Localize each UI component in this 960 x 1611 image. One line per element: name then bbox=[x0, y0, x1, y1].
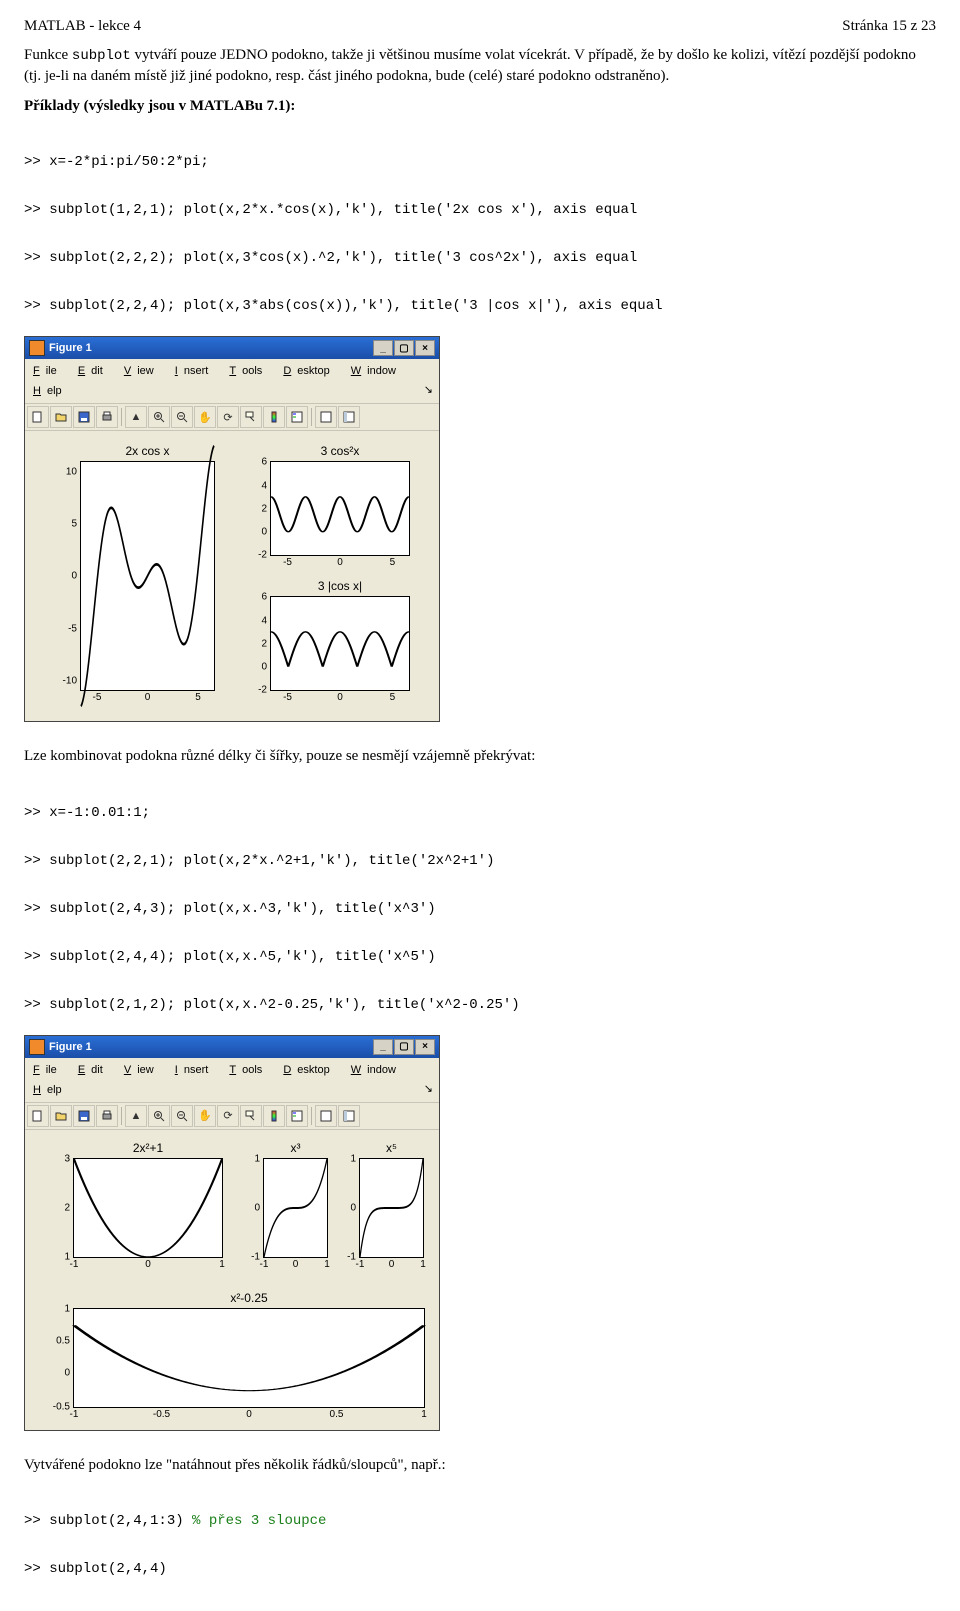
zoom-in-button[interactable] bbox=[148, 406, 170, 428]
close-button[interactable]: × bbox=[415, 1039, 435, 1055]
menu-help[interactable]: Help bbox=[27, 381, 74, 401]
menu-window[interactable]: Window bbox=[345, 361, 408, 381]
page-header: MATLAB - lekce 4 Stránka 15 z 23 bbox=[24, 18, 936, 35]
axes-x5[interactable]: x⁵ 1 0 -1 -1 0 1 bbox=[359, 1158, 424, 1258]
figure-window-1: Figure 1 _ ▢ × File Edit View Insert Too… bbox=[24, 336, 440, 722]
pointer-button[interactable]: ▲ bbox=[125, 1105, 147, 1127]
titlebar[interactable]: Figure 1 _ ▢ × bbox=[25, 1036, 439, 1058]
axes-x2m025[interactable]: x²-0.25 1 0.5 0 -0.5 -1 -0.5 0 0.5 1 bbox=[73, 1308, 425, 1408]
matlab-icon bbox=[29, 1039, 45, 1055]
colorbar-button[interactable] bbox=[263, 1105, 285, 1127]
menu-view[interactable]: View bbox=[118, 361, 166, 381]
show-tools-button[interactable] bbox=[338, 1105, 360, 1127]
menu-insert[interactable]: Insert bbox=[169, 361, 221, 381]
menu-window[interactable]: Window bbox=[345, 1060, 408, 1080]
zoom-out-button[interactable] bbox=[171, 406, 193, 428]
para-1: Funkce subplot vytváří pouze JEDNO podok… bbox=[24, 45, 936, 86]
axes-2x-cos-x[interactable]: 2x cos x 10 5 0 -5 -10 -5 0 5 bbox=[80, 461, 215, 691]
zoom-out-button[interactable] bbox=[171, 1105, 193, 1127]
menubar: File Edit View Insert Tools Desktop Wind… bbox=[25, 359, 439, 404]
menu-insert[interactable]: Insert bbox=[169, 1060, 221, 1080]
open-button[interactable] bbox=[50, 406, 72, 428]
menu-desktop[interactable]: Desktop bbox=[277, 1060, 341, 1080]
minimize-button[interactable]: _ bbox=[373, 340, 393, 356]
rotate-button[interactable]: ⟳ bbox=[217, 406, 239, 428]
figure-window-2: Figure 1 _ ▢ × File Edit View Insert Too… bbox=[24, 1035, 440, 1431]
titlebar[interactable]: Figure 1 _ ▢ × bbox=[25, 337, 439, 359]
para-3: Lze kombinovat podokna různé délky či ší… bbox=[24, 746, 936, 766]
datatip-button[interactable] bbox=[240, 1105, 262, 1127]
axes-3abscosx[interactable]: 3 |cos x| 6 4 2 0 -2 -5 0 5 bbox=[270, 596, 410, 691]
zoom-in-button[interactable] bbox=[148, 1105, 170, 1127]
show-tools-button[interactable] bbox=[338, 406, 360, 428]
colorbar-button[interactable] bbox=[263, 406, 285, 428]
window-title: Figure 1 bbox=[49, 1041, 92, 1053]
toolbar: ▲ ✋ ⟳ bbox=[25, 404, 439, 431]
menu-edit[interactable]: Edit bbox=[72, 361, 115, 381]
hide-tools-button[interactable] bbox=[315, 1105, 337, 1127]
window-title: Figure 1 bbox=[49, 342, 92, 354]
menubar-aux-icon[interactable]: ↘ bbox=[420, 381, 437, 398]
figure-canvas: 2x cos x 10 5 0 -5 -10 -5 0 5 3 cos²x 6 … bbox=[25, 431, 437, 721]
menu-file[interactable]: File bbox=[27, 361, 69, 381]
para-4: Vytvářené podokno lze "natáhnout přes ně… bbox=[24, 1455, 936, 1475]
axes-2x2p1[interactable]: 2x²+1 3 2 1 -1 0 1 bbox=[73, 1158, 223, 1258]
print-button[interactable] bbox=[96, 406, 118, 428]
datatip-button[interactable] bbox=[240, 406, 262, 428]
inline-code: subplot bbox=[72, 48, 131, 64]
menu-file[interactable]: File bbox=[27, 1060, 69, 1080]
pan-button[interactable]: ✋ bbox=[194, 406, 216, 428]
legend-button[interactable] bbox=[286, 1105, 308, 1127]
menu-tools[interactable]: Tools bbox=[223, 1060, 274, 1080]
header-left: MATLAB - lekce 4 bbox=[24, 18, 141, 35]
menu-help[interactable]: Help bbox=[27, 1080, 74, 1100]
code-block-3: >> subplot(2,4,1:3) % přes 3 sloupce >> … bbox=[24, 1481, 936, 1593]
save-button[interactable] bbox=[73, 406, 95, 428]
hide-tools-button[interactable] bbox=[315, 406, 337, 428]
rotate-button[interactable]: ⟳ bbox=[217, 1105, 239, 1127]
menu-view[interactable]: View bbox=[118, 1060, 166, 1080]
header-right: Stránka 15 z 23 bbox=[842, 18, 936, 35]
new-figure-button[interactable] bbox=[27, 1105, 49, 1127]
pan-button[interactable]: ✋ bbox=[194, 1105, 216, 1127]
close-button[interactable]: × bbox=[415, 340, 435, 356]
print-button[interactable] bbox=[96, 1105, 118, 1127]
minimize-button[interactable]: _ bbox=[373, 1039, 393, 1055]
code-block-1: >> x=-2*pi:pi/50:2*pi; >> subplot(1,2,1)… bbox=[24, 122, 936, 330]
code-block-2: >> x=-1:0.01:1; >> subplot(2,2,1); plot(… bbox=[24, 773, 936, 1029]
figure-canvas: 2x²+1 3 2 1 -1 0 1 x³ 1 0 -1 -1 0 1 x⁵ 1… bbox=[25, 1130, 437, 1430]
new-figure-button[interactable] bbox=[27, 406, 49, 428]
matlab-icon bbox=[29, 340, 45, 356]
legend-button[interactable] bbox=[286, 406, 308, 428]
menu-tools[interactable]: Tools bbox=[223, 361, 274, 381]
para-2: Příklady (výsledky jsou v MATLABu 7.1): bbox=[24, 96, 936, 116]
open-button[interactable] bbox=[50, 1105, 72, 1127]
pointer-button[interactable]: ▲ bbox=[125, 406, 147, 428]
menubar-aux-icon[interactable]: ↘ bbox=[420, 1080, 437, 1097]
maximize-button[interactable]: ▢ bbox=[394, 340, 414, 356]
menubar: File Edit View Insert Tools Desktop Wind… bbox=[25, 1058, 439, 1103]
maximize-button[interactable]: ▢ bbox=[394, 1039, 414, 1055]
axes-x3[interactable]: x³ 1 0 -1 -1 0 1 bbox=[263, 1158, 328, 1258]
axes-3cos2x[interactable]: 3 cos²x 6 4 2 0 -2 -5 0 5 bbox=[270, 461, 410, 556]
menu-edit[interactable]: Edit bbox=[72, 1060, 115, 1080]
menu-desktop[interactable]: Desktop bbox=[277, 361, 341, 381]
toolbar: ▲ ✋ ⟳ bbox=[25, 1103, 439, 1130]
save-button[interactable] bbox=[73, 1105, 95, 1127]
